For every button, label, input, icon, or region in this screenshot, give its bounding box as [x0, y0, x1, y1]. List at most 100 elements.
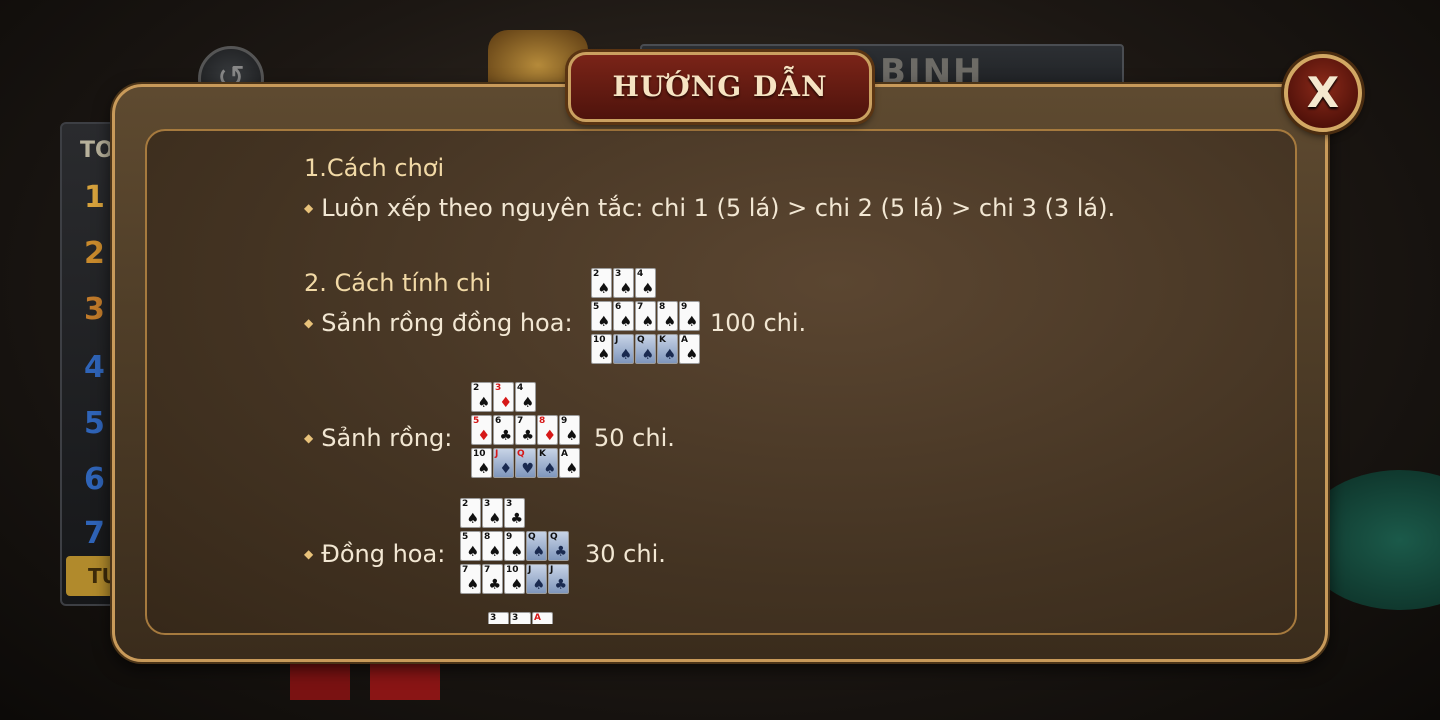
playing-card: 3♠ — [488, 612, 509, 624]
card-suit-icon: ♣ — [554, 577, 567, 593]
card-row: 2 ♠ 3 ♠ 3 ♣ — [460, 498, 570, 530]
card-suit-icon: ♦ — [499, 461, 512, 477]
card-rank: Q — [550, 532, 558, 542]
card-suit-icon: ♠ — [488, 511, 501, 527]
card-rank: 7 — [462, 565, 469, 575]
card-rank: 10 — [473, 449, 486, 459]
card-rank: 3 — [484, 499, 491, 509]
hand-cards-partial: 3♠3♣A♥ — [488, 612, 554, 624]
card-suit-icon: ♠ — [641, 314, 654, 330]
card-suit-icon: ♠ — [477, 461, 490, 477]
playing-card: 2 ♠ — [471, 382, 492, 412]
card-suit-icon: ♠ — [565, 461, 578, 477]
playing-card: 3 ♦ — [493, 382, 514, 412]
rank-3: 3 — [84, 292, 105, 327]
card-rank: 2 — [593, 269, 600, 279]
hand-cards-flush: 2 ♠ 3 ♠ 3 ♣ 5 ♠ 8 ♠ 9 ♠ Q ♠ Q ♣ 7 ♠ 7 ♣ 10 ♠ J ♠ J ♣ — [460, 498, 570, 597]
card-suit-icon: ♠ — [477, 395, 490, 411]
playing-card: 7 ♠ — [460, 564, 481, 594]
card-rank: 7 — [637, 302, 644, 312]
dialog-title-plate: HƯỚNG DẪN — [568, 52, 872, 122]
card-suit-icon: ♠ — [510, 577, 523, 593]
close-button[interactable]: X — [1284, 54, 1362, 132]
playing-card: 9 ♠ — [679, 301, 700, 331]
section1-title: 1.Cách chơi — [304, 154, 445, 182]
card-rank: 8 — [484, 532, 491, 542]
hand-score-flush: 30 chi. — [585, 540, 666, 568]
card-suit-icon: ♠ — [532, 577, 545, 593]
playing-card: A ♠ — [559, 448, 580, 478]
card-rank: 3 — [490, 613, 497, 623]
card-rank: 2 — [462, 499, 469, 509]
card-rank: 3 — [512, 613, 519, 623]
playing-card: Q ♥ — [515, 448, 536, 478]
playing-card: J ♣ — [548, 564, 569, 594]
card-rank: K — [659, 335, 666, 345]
card-rank: 6 — [495, 416, 502, 426]
card-rank: 8 — [539, 416, 546, 426]
card-rank: 3 — [495, 383, 502, 393]
card-rank: K — [539, 449, 546, 459]
card-suit-icon: ♠ — [543, 461, 556, 477]
card-rank: 3 — [506, 499, 513, 509]
card-rank: 9 — [681, 302, 688, 312]
card-rank: 5 — [593, 302, 600, 312]
card-suit-icon: ♣ — [488, 577, 501, 593]
playing-card: 4 ♠ — [635, 268, 656, 298]
card-rank: J — [550, 565, 554, 575]
card-rank: J — [615, 335, 619, 345]
playing-card: 8 ♦ — [537, 415, 558, 445]
playing-card: 6 ♣ — [493, 415, 514, 445]
hand-score-straight-flush: 100 chi. — [710, 309, 807, 337]
card-suit-icon: ♦ — [543, 428, 556, 444]
playing-card: 5 ♠ — [591, 301, 612, 331]
playing-card: Q ♠ — [635, 334, 656, 364]
card-suit-icon: ♠ — [619, 281, 632, 297]
card-suit-icon: ♣ — [554, 544, 567, 560]
hand-partial-clip: 3♠3♣A♥ — [484, 612, 564, 624]
playing-card: 8 ♠ — [657, 301, 678, 331]
card-row: 7 ♠ 7 ♣ 10 ♠ J ♠ J ♣ — [460, 564, 570, 596]
card-rank: J — [528, 565, 532, 575]
card-rank: A — [561, 449, 568, 459]
card-suit-icon: ♠ — [663, 314, 676, 330]
playing-card: 9 ♠ — [559, 415, 580, 445]
card-rank: 6 — [615, 302, 622, 312]
card-suit-icon: ♠ — [619, 347, 632, 363]
card-suit-icon: ♠ — [641, 347, 654, 363]
card-suit-icon: ♠ — [532, 544, 545, 560]
playing-card: 10 ♠ — [591, 334, 612, 364]
playing-card: A ♠ — [679, 334, 700, 364]
card-suit-icon: ♠ — [663, 347, 676, 363]
playing-card: J ♦ — [493, 448, 514, 478]
card-rank: J — [495, 449, 499, 459]
dialog-title: HƯỚNG DẪN — [612, 70, 828, 103]
hand-cards-straight: 2 ♠ 3 ♦ 4 ♠ 5 ♦ 6 ♣ 7 ♣ 8 ♦ 9 ♠ 10 ♠ J ♦ Q ♥ K ♠ A ♠ — [471, 382, 581, 481]
card-suit-icon: ♠ — [521, 395, 534, 411]
playing-card: K ♠ — [657, 334, 678, 364]
hand-score-straight: 50 chi. — [594, 424, 675, 452]
playing-card: 2 ♠ — [460, 498, 481, 528]
playing-card: 9 ♠ — [504, 531, 525, 561]
card-rank: A — [534, 613, 541, 623]
card-rank: 4 — [637, 269, 644, 279]
playing-card: 10 ♠ — [471, 448, 492, 478]
playing-card: 5 ♦ — [471, 415, 492, 445]
rank-7: 7 — [84, 516, 105, 551]
card-rank: 5 — [473, 416, 480, 426]
card-row: 5 ♠ 8 ♠ 9 ♠ Q ♠ Q ♣ — [460, 531, 570, 563]
playing-card: 3♠ — [482, 498, 503, 528]
rank-5: 5 — [84, 406, 105, 441]
card-rank: 9 — [506, 532, 513, 542]
card-suit-icon: ♠ — [685, 347, 698, 363]
card-rank: 5 — [462, 532, 469, 542]
section2-title: 2. Cách tính chi — [304, 269, 492, 297]
card-suit-icon: ♠ — [597, 347, 610, 363]
playing-card: 2 ♠ — [591, 268, 612, 298]
playing-card: 7 ♣ — [515, 415, 536, 445]
card-suit-icon: ♠ — [597, 281, 610, 297]
playing-card: 6 ♠ — [613, 301, 634, 331]
playing-card: A♥ — [532, 612, 553, 624]
card-rank: Q — [517, 449, 525, 459]
card-suit-icon: ♠ — [510, 544, 523, 560]
